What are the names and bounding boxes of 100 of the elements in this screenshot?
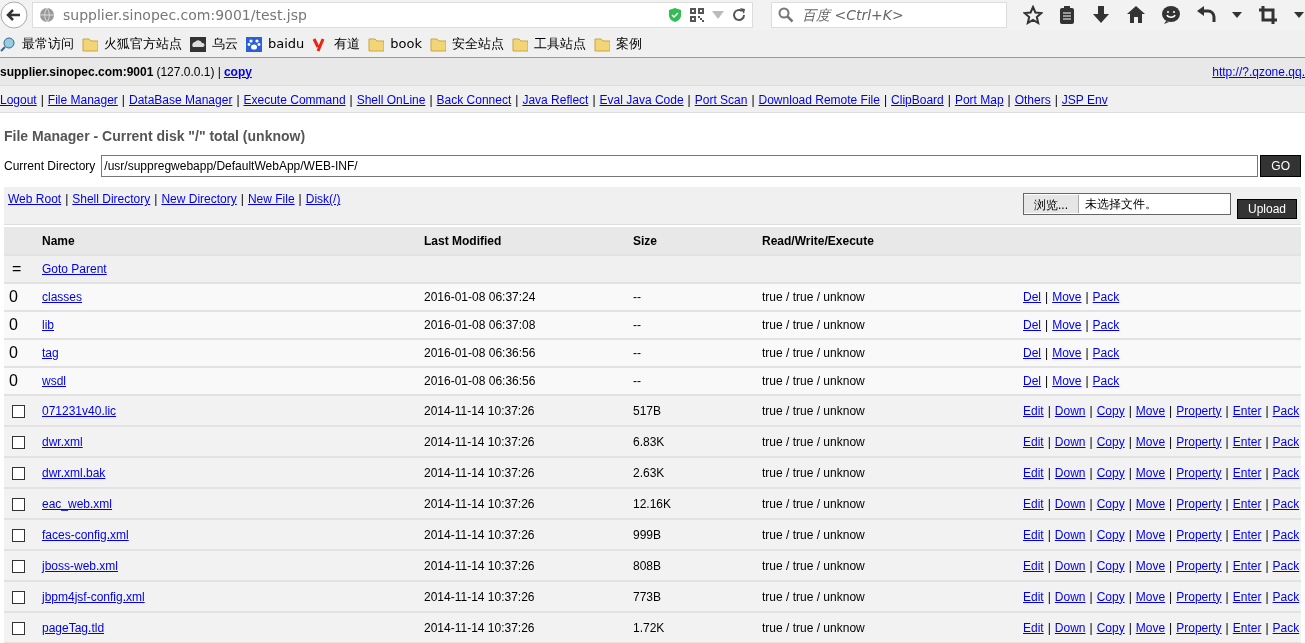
action-link[interactable]: Down bbox=[1054, 434, 1086, 449]
action-link[interactable]: Enter bbox=[1232, 527, 1262, 542]
action-link[interactable]: Edit bbox=[1023, 496, 1044, 511]
nav-link[interactable]: Back Connect bbox=[436, 92, 512, 107]
folder-link[interactable]: lib bbox=[42, 318, 54, 332]
action-link[interactable]: Edit bbox=[1023, 589, 1044, 604]
undo-icon[interactable] bbox=[1196, 5, 1216, 25]
parent-link[interactable]: Goto Parent bbox=[42, 262, 107, 276]
file-link[interactable]: pageTag.tld bbox=[42, 620, 105, 635]
nav-link[interactable]: ClipBoard bbox=[891, 92, 944, 107]
action-link[interactable]: Pack bbox=[1272, 589, 1300, 604]
action-link[interactable]: Pack bbox=[1092, 318, 1120, 332]
action-link[interactable]: Del bbox=[1023, 374, 1041, 388]
nav-link[interactable]: Execute Command bbox=[243, 92, 346, 107]
tool-link[interactable]: Disk(/) bbox=[305, 192, 341, 224]
bookmark-item[interactable]: book bbox=[368, 35, 422, 52]
action-link[interactable]: Enter bbox=[1232, 558, 1262, 573]
reload-icon[interactable] bbox=[732, 8, 746, 22]
action-link[interactable]: Property bbox=[1176, 403, 1222, 418]
external-link[interactable]: http://?.qzone.qq. bbox=[1212, 64, 1305, 79]
action-link[interactable]: Pack bbox=[1272, 434, 1300, 449]
action-link[interactable]: Edit bbox=[1023, 434, 1044, 449]
caret-icon[interactable] bbox=[1293, 11, 1305, 19]
action-link[interactable]: Down bbox=[1054, 589, 1086, 604]
nav-link[interactable]: Logout bbox=[0, 92, 37, 107]
action-link[interactable]: Edit bbox=[1023, 620, 1044, 635]
bookmark-item[interactable]: 有道 bbox=[312, 34, 361, 53]
action-link[interactable]: Property bbox=[1176, 496, 1222, 511]
action-link[interactable]: Del bbox=[1023, 290, 1041, 304]
action-link[interactable]: Move bbox=[1052, 290, 1082, 304]
action-link[interactable]: Del bbox=[1023, 318, 1041, 332]
action-link[interactable]: Pack bbox=[1092, 346, 1120, 360]
action-link[interactable]: Enter bbox=[1232, 620, 1262, 635]
action-link[interactable]: Copy bbox=[1096, 403, 1125, 418]
folder-link[interactable]: wsdl bbox=[42, 374, 66, 388]
nav-link[interactable]: Port Map bbox=[954, 92, 1004, 107]
file-link[interactable]: dwr.xml.bak bbox=[42, 465, 106, 480]
action-link[interactable]: Move bbox=[1135, 403, 1166, 418]
search-field[interactable]: 百度 <Ctrl+K> bbox=[771, 2, 1007, 28]
action-link[interactable]: Move bbox=[1052, 374, 1082, 388]
bookmark-item[interactable]: baidu bbox=[246, 35, 305, 52]
action-link[interactable]: Property bbox=[1176, 434, 1222, 449]
action-link[interactable]: Copy bbox=[1096, 558, 1125, 573]
action-link[interactable]: Pack bbox=[1092, 374, 1120, 388]
file-link[interactable]: 071231v40.lic bbox=[42, 403, 117, 418]
action-link[interactable]: Enter bbox=[1232, 496, 1262, 511]
action-link[interactable]: Edit bbox=[1023, 527, 1044, 542]
bookmark-item[interactable]: 案例 bbox=[594, 34, 642, 53]
nav-link[interactable]: DataBase Manager bbox=[129, 92, 233, 107]
action-link[interactable]: Copy bbox=[1096, 465, 1125, 480]
bookmark-item[interactable]: 火狐官方站点 bbox=[82, 34, 182, 53]
action-link[interactable]: Pack bbox=[1272, 527, 1300, 542]
tool-link[interactable]: New Directory bbox=[161, 192, 237, 224]
caret-icon[interactable] bbox=[1231, 11, 1243, 19]
file-link[interactable]: eac_web.xml bbox=[42, 496, 113, 511]
action-link[interactable]: Property bbox=[1176, 558, 1222, 573]
action-link[interactable]: Property bbox=[1176, 465, 1222, 480]
action-link[interactable]: Pack bbox=[1272, 403, 1300, 418]
action-link[interactable]: Down bbox=[1054, 527, 1086, 542]
upload-button[interactable]: Upload bbox=[1236, 199, 1297, 219]
home-icon[interactable] bbox=[1126, 5, 1146, 25]
checkbox[interactable] bbox=[12, 497, 25, 511]
action-link[interactable]: Pack bbox=[1272, 496, 1300, 511]
bookmark-item[interactable]: 工具站点 bbox=[512, 34, 586, 53]
action-link[interactable]: Copy bbox=[1096, 527, 1125, 542]
action-link[interactable]: Del bbox=[1023, 346, 1041, 360]
action-link[interactable]: Down bbox=[1054, 496, 1086, 511]
action-link[interactable]: Move bbox=[1052, 346, 1082, 360]
go-button[interactable]: GO bbox=[1260, 155, 1301, 177]
action-link[interactable]: Enter bbox=[1232, 403, 1262, 418]
tool-link[interactable]: Web Root bbox=[8, 192, 62, 224]
checkbox[interactable] bbox=[12, 559, 25, 573]
nav-link[interactable]: Port Scan bbox=[694, 92, 748, 107]
back-icon[interactable] bbox=[0, 1, 28, 29]
action-link[interactable]: Edit bbox=[1023, 403, 1044, 418]
checkbox[interactable] bbox=[12, 435, 25, 449]
action-link[interactable]: Copy bbox=[1096, 434, 1125, 449]
browse-button[interactable]: 浏览... bbox=[1023, 195, 1079, 213]
directory-field[interactable]: /usr/suppregwebapp/DefaultWebApp/WEB-INF/ bbox=[101, 155, 1259, 177]
action-link[interactable]: Down bbox=[1054, 465, 1086, 480]
nav-link[interactable]: Shell OnLine bbox=[356, 92, 426, 107]
qr-code-icon[interactable] bbox=[690, 8, 704, 22]
action-link[interactable]: Property bbox=[1176, 527, 1222, 542]
action-link[interactable]: Move bbox=[1135, 527, 1166, 542]
action-link[interactable]: Down bbox=[1054, 620, 1086, 635]
action-link[interactable]: Move bbox=[1135, 620, 1166, 635]
action-link[interactable]: Pack bbox=[1272, 465, 1300, 480]
action-link[interactable]: Move bbox=[1135, 589, 1166, 604]
checkbox[interactable] bbox=[12, 404, 25, 418]
action-link[interactable]: Copy bbox=[1096, 620, 1125, 635]
action-link[interactable]: Property bbox=[1176, 589, 1222, 604]
folder-link[interactable]: classes bbox=[42, 290, 82, 304]
nav-link[interactable]: Others bbox=[1014, 92, 1051, 107]
nav-link[interactable]: Java Reflect bbox=[522, 92, 589, 107]
action-link[interactable]: Move bbox=[1135, 434, 1166, 449]
star-icon[interactable] bbox=[1023, 5, 1043, 25]
action-link[interactable]: Enter bbox=[1232, 434, 1262, 449]
file-link[interactable]: dwr.xml bbox=[42, 434, 83, 449]
file-link[interactable]: faces-config.xml bbox=[42, 527, 129, 542]
download-icon[interactable] bbox=[1091, 5, 1111, 25]
